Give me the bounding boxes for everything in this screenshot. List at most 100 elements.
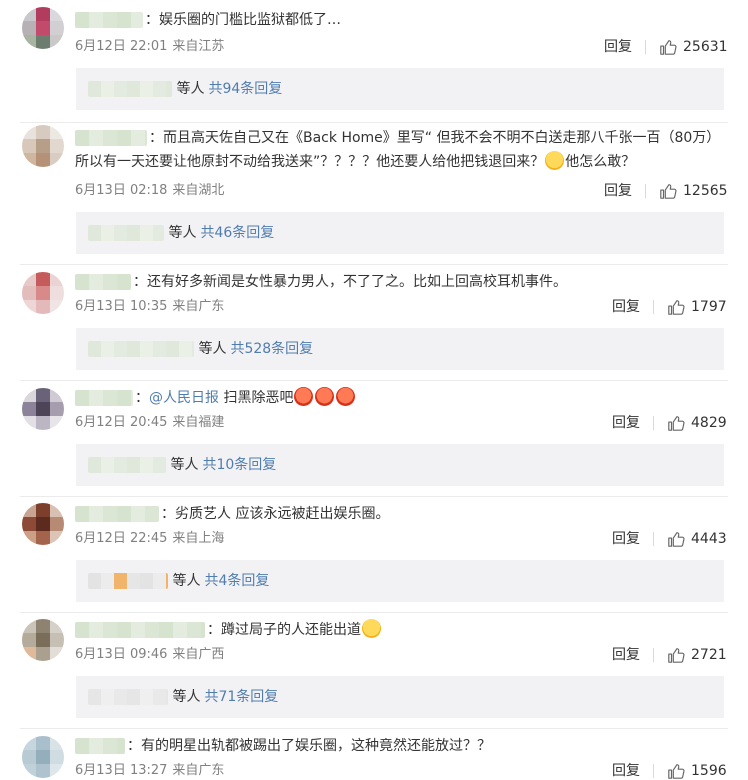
mention-link[interactable]: @人民日报 [149,390,219,406]
thumbs-up-icon [668,300,685,315]
separator [20,380,728,381]
avatar[interactable] [22,7,64,49]
avatar[interactable] [22,388,64,430]
comment-location: 来自广西 [172,647,225,662]
angry-face-icon [315,387,335,406]
comment-meta: 6月13日 02:18 来自湖北 [75,182,224,200]
username[interactable] [75,390,133,406]
reply-button[interactable]: 回复 [612,298,640,316]
sub-reply-users [88,81,172,97]
separator [20,496,728,497]
avatar[interactable] [22,272,64,314]
divider [653,648,654,662]
reply-button[interactable]: 回复 [612,762,640,780]
comment-location: 来自上海 [172,531,225,546]
comment-date: 6月13日 09:46 [75,647,168,662]
divider [653,416,654,430]
like-count: 1797 [691,299,727,315]
separator [20,612,728,613]
more-replies-link[interactable]: 共4条回复 [204,573,269,589]
avatar[interactable] [22,736,64,778]
thumbs-up-icon [668,532,685,547]
like-count: 1596 [691,763,727,779]
comment-text: ：娱乐圈的门槛比监狱都低了… [75,8,728,32]
like-button[interactable]: 4829 [667,414,727,432]
grin-face-icon [362,619,381,638]
comment-location: 来自福建 [172,415,225,430]
separator [20,122,728,123]
comment-text: ：蹲过局子的人还能出道 [75,618,728,642]
like-button[interactable]: 4443 [667,530,727,548]
reply-button[interactable]: 回复 [604,38,632,56]
comment-date: 6月13日 13:27 [75,763,168,778]
sweat-face-icon [545,151,565,170]
comment-meta: 6月13日 10:35 来自广东 [75,298,224,316]
comment-text: ：@人民日报 扫黑除恶吧 [75,386,728,410]
sub-reply-users [88,457,166,473]
thumbs-up-icon [668,416,685,431]
reply-button[interactable]: 回复 [612,414,640,432]
comment-text: ：还有好多新闻是女性暴力男人，不了了之。比如上回高校耳机事件。 [75,270,728,294]
sub-reply-users [88,573,168,589]
reply-button[interactable]: 回复 [612,646,640,664]
separator [20,728,728,729]
sub-reply-box: 等人 共94条回复 [76,68,724,110]
sub-reply-box: 等人 共4条回复 [76,560,724,602]
divider [653,300,654,314]
avatar[interactable] [22,503,64,545]
like-count: 2721 [691,647,727,663]
like-button[interactable]: 12565 [659,182,728,200]
sub-reply-users [88,225,164,241]
username[interactable] [75,622,205,638]
comment-text: ：而且高天佐自己又在《Back Home》里写“ 但我不会不明不白送走那八千张一… [75,130,721,170]
like-count: 25631 [683,39,728,55]
username[interactable] [75,738,125,754]
divider [645,40,646,54]
comment-meta: 6月12日 20:45 来自福建 [75,414,224,432]
username[interactable] [75,274,131,290]
like-button[interactable]: 25631 [659,38,728,56]
separator [20,264,728,265]
more-replies-link[interactable]: 共10条回复 [202,457,276,473]
divider [645,184,646,198]
comment-text: ：有的明星出轨都被踢出了娱乐圈，这种竟然还能放过？？ [75,734,728,758]
more-replies-link[interactable]: 共528条回复 [230,341,313,357]
like-count: 4443 [691,531,727,547]
comment-location: 来自广东 [172,763,225,778]
username[interactable] [75,506,159,522]
like-button[interactable]: 1596 [667,762,727,780]
reply-button[interactable]: 回复 [604,182,632,200]
like-count: 4829 [691,415,727,431]
comment-meta: 6月13日 09:46 来自广西 [75,646,224,664]
username[interactable] [75,12,143,28]
divider [653,764,654,778]
angry-face-icon [294,387,314,406]
comment-location: 来自江苏 [172,39,225,54]
angry-face-icon [336,387,356,406]
more-replies-link[interactable]: 共71条回复 [204,689,278,705]
comment-date: 6月13日 02:18 [75,183,168,198]
comment-date: 6月12日 22:45 [75,531,168,546]
thumbs-up-icon [668,648,685,663]
comment-text: ：劣质艺人 应该永远被赶出娱乐圈。 [75,502,728,526]
username[interactable] [75,130,147,146]
more-replies-link[interactable]: 共94条回复 [208,81,282,97]
comment-location: 来自广东 [172,299,225,314]
more-replies-link[interactable]: 共46条回复 [200,225,274,241]
sub-reply-box: 等人 共528条回复 [76,328,724,370]
sub-reply-users [88,341,194,357]
comment-meta: 6月13日 13:27 来自广东 [75,762,224,780]
like-button[interactable]: 1797 [667,298,727,316]
thumbs-up-icon [660,40,677,55]
avatar[interactable] [22,125,64,167]
thumbs-up-icon [668,764,685,779]
sub-reply-box: 等人 共10条回复 [76,444,724,486]
thumbs-up-icon [660,184,677,199]
like-button[interactable]: 2721 [667,646,727,664]
sub-reply-box: 等人 共46条回复 [76,212,724,254]
reply-button[interactable]: 回复 [612,530,640,548]
sub-reply-users [88,689,168,705]
divider [653,532,654,546]
like-count: 12565 [683,183,728,199]
avatar[interactable] [22,619,64,661]
